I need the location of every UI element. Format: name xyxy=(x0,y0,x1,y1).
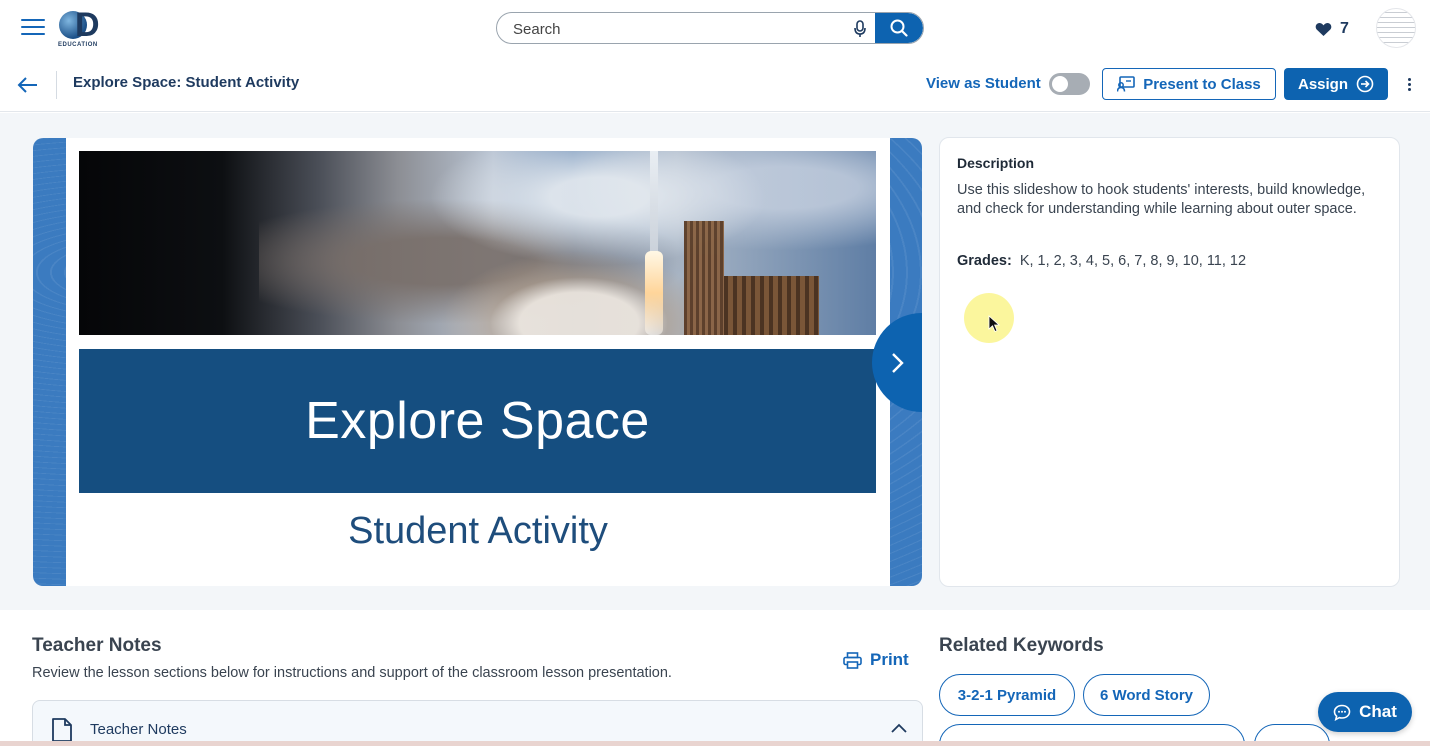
description-heading: Description xyxy=(957,155,1035,171)
grades-label: Grades: xyxy=(957,253,1012,269)
present-to-class-button[interactable]: Present to Class xyxy=(1102,68,1276,100)
keyword-chip[interactable]: 6 Word Story xyxy=(1083,674,1210,716)
search-input[interactable] xyxy=(513,19,833,39)
accordion-label: Teacher Notes xyxy=(90,721,187,738)
document-icon xyxy=(52,718,72,742)
title-bar: Explore Space: Student Activity View as … xyxy=(0,58,1430,112)
favorites-count: 7 xyxy=(1340,20,1349,37)
view-as-student-toggle[interactable] xyxy=(1049,73,1090,95)
description-text: Use this slideshow to hook students' int… xyxy=(957,182,1366,217)
slideshow-preview[interactable]: Explore Space Student Activity xyxy=(33,138,922,586)
teacher-notes-description: Review the lesson sections below for ins… xyxy=(32,665,672,681)
printer-icon xyxy=(843,651,862,669)
search-bar xyxy=(496,12,924,44)
arrow-circle-icon xyxy=(1356,75,1374,93)
slide-title-banner: Explore Space xyxy=(79,349,876,493)
top-navigation: D EDUCATION 7 xyxy=(0,0,1430,58)
present-label: Present to Class xyxy=(1143,75,1261,93)
toggle-knob xyxy=(1052,76,1068,92)
assign-button[interactable]: Assign xyxy=(1284,68,1388,100)
present-icon xyxy=(1117,76,1136,92)
chat-bubble-icon xyxy=(1333,704,1351,721)
grades: Grades: K, 1, 2, 3, 4, 5, 6, 7, 8, 9, 10,… xyxy=(957,253,1246,269)
search-button[interactable] xyxy=(875,13,923,43)
slide-title: Explore Space xyxy=(305,392,650,450)
discovery-education-logo[interactable]: D EDUCATION xyxy=(57,8,107,50)
logo-d-letter: D xyxy=(75,6,100,44)
divider xyxy=(56,71,57,99)
slide: Explore Space Student Activity xyxy=(66,138,890,586)
mouse-cursor-icon xyxy=(988,315,1000,333)
teacher-notes-accordion[interactable]: Teacher Notes xyxy=(32,700,923,746)
keyword-chip[interactable]: 3-2-1 Pyramid xyxy=(939,674,1075,716)
heart-icon xyxy=(1315,22,1332,36)
bottom-edge xyxy=(0,741,1430,746)
favorites[interactable]: 7 xyxy=(1315,19,1349,39)
slide-subtitle: Student Activity xyxy=(348,510,608,552)
search-icon xyxy=(890,19,908,37)
print-button[interactable]: Print xyxy=(843,650,909,670)
chat-button[interactable]: Chat xyxy=(1318,692,1412,732)
back-arrow-icon[interactable] xyxy=(17,75,39,95)
logo-text: EDUCATION xyxy=(58,42,98,48)
chevron-right-icon xyxy=(892,352,904,373)
menu-icon[interactable] xyxy=(21,19,45,37)
chat-label: Chat xyxy=(1359,702,1397,721)
description-card: Description Use this slideshow to hook s… xyxy=(939,137,1400,587)
more-options-icon[interactable] xyxy=(1408,78,1414,92)
view-as-student-label: View as Student xyxy=(926,75,1041,92)
chevron-up-icon[interactable] xyxy=(891,723,907,733)
microphone-icon[interactable] xyxy=(853,20,867,38)
related-keywords-title: Related Keywords xyxy=(939,635,1104,656)
teacher-notes-title: Teacher Notes xyxy=(32,635,162,656)
assign-label: Assign xyxy=(1297,75,1348,93)
page-title: Explore Space: Student Activity xyxy=(73,74,300,91)
grades-value: K, 1, 2, 3, 4, 5, 6, 7, 8, 9, 10, 11, 12 xyxy=(1019,253,1247,269)
user-avatar[interactable] xyxy=(1376,8,1416,48)
rocket-launch-image xyxy=(79,151,876,335)
print-label: Print xyxy=(870,650,909,669)
